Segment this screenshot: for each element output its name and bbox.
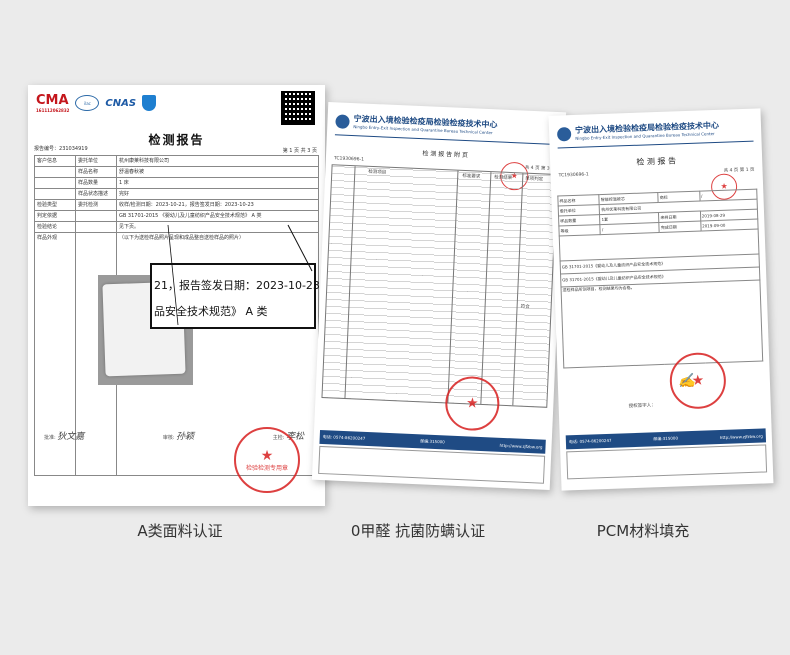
single-judgement: 符合 [520, 304, 530, 310]
page-indicator: 第 1 页 共 3 页 [282, 148, 317, 154]
bureau-logo-icon [556, 127, 572, 142]
zoom-text-standard: 品安全技术规范》 A 类 [154, 305, 268, 318]
table-row: 送检样品所测项目，检测结果均为合格。 [561, 280, 763, 368]
test-report-pcm: 宁波出入境检验检疫局检验检疫技术中心 Ningbo Entry-Exit Ins… [548, 108, 774, 491]
caption-zero-formaldehyde: 0甲醛 抗菌防螨认证 [350, 522, 486, 540]
official-stamp: ★ 检验检测专用章 [234, 427, 300, 493]
report-info-table: 样品名称 智能控温被芯 商标 / 委托单位 杭州优莱科技有限公司 样品数量 1套 来样日期 2… [557, 189, 763, 369]
star-icon: ★ [465, 395, 479, 412]
star-icon: ★ [691, 372, 705, 389]
signer-label: 授权签字人： [628, 403, 656, 410]
approver: 批准: 狄文嘉 [44, 432, 85, 442]
results-table: 检测项目 标准要求 检测结果 单项判定 符合 [321, 164, 558, 408]
table-row: 客户信息 委托单位 杭州康莱科技有限公司 [34, 155, 319, 167]
report-number: 报告编号：231034919 [34, 146, 88, 152]
footer-notes [566, 444, 768, 480]
qr-code [281, 91, 315, 125]
report-header: 宁波出入境检验检疫局检验检疫技术中心 Ningbo Entry-Exit Ins… [556, 117, 754, 150]
report-header: 宁波出入境检验检疫局检验检疫技术中心 Ningbo Entry-Exit Ins… [334, 110, 558, 146]
caption-a-class-fabric: A类面料认证 [137, 522, 223, 540]
table-row: 样品状态描述 完好 [34, 188, 319, 200]
official-stamp: ★ [668, 351, 727, 410]
bureau-logo-icon [335, 114, 350, 129]
page: CMA 161112062832 ilac CNAS 检测报告 报告编号：231… [0, 0, 790, 655]
report-number: TC1930696-1 [333, 156, 365, 163]
cnas-logo: CNAS [105, 97, 137, 109]
table-row: 样品数量 1 床 [34, 177, 319, 189]
ilac-mra-logo: ilac [75, 95, 100, 111]
table-row: 检验类型 委托检测 收样/检测日期：2023-10-21，报告签发日期：2023-1… [34, 199, 319, 211]
certification-logos: CMA 161112062832 ilac CNAS [36, 93, 157, 113]
report-number: TC1930696-1 [558, 172, 589, 179]
table-row: 判定依据 GB 31701-2015 《婴幼儿及儿童纺织产品安全技术规范》 A 类 [34, 210, 319, 222]
zoom-callout: 21，报告签发日期：2023-10-23 品安全技术规范》 A 类 [150, 263, 320, 329]
star-icon: ★ [260, 447, 274, 464]
test-report-a-class: CMA 161112062832 ilac CNAS 检测报告 报告编号：231… [28, 85, 325, 506]
reviewer: 审核: 孙颖 [162, 432, 195, 442]
caption-pcm-filling: PCM材料填充 [596, 522, 690, 540]
zoom-text-date: 21，报告签发日期：2023-10-23 [154, 279, 320, 292]
table-row: 检验结论 见下页。 [34, 221, 319, 233]
page-indicator: 共 4 页 第 1 页 [723, 167, 755, 174]
test-report-formaldehyde: 宁波出入境检验检疫局检验检疫技术中心 Ningbo Entry-Exit Ins… [311, 101, 567, 491]
table-row: 样品名称 舒温春秋被 [34, 166, 319, 178]
shield-icon [142, 95, 157, 111]
cma-logo: CMA 161112062832 [36, 93, 70, 113]
